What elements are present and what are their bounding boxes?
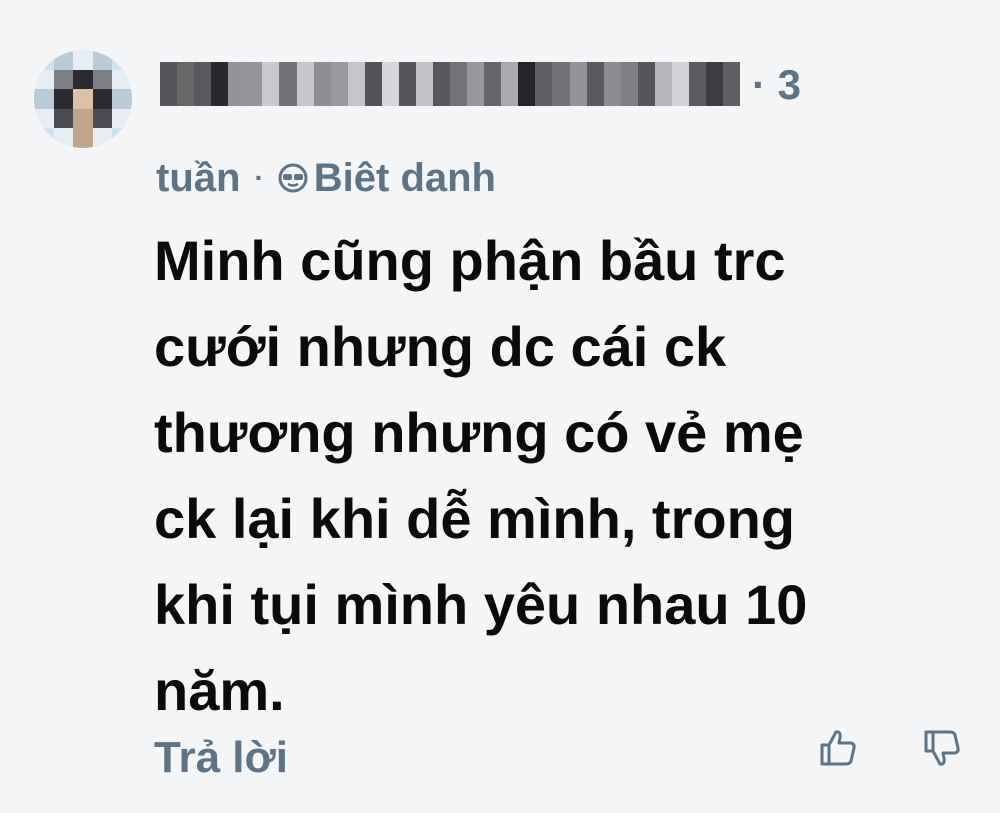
pixel-block xyxy=(552,62,570,106)
avatar-pixel xyxy=(92,50,113,70)
pixel-block xyxy=(671,62,689,106)
pixel-block xyxy=(535,62,553,106)
pixel-block xyxy=(279,62,297,106)
avatar-pixel xyxy=(34,128,54,148)
author-name-blurred[interactable] xyxy=(160,62,740,106)
avatar-pixel xyxy=(73,108,93,129)
pixel-block xyxy=(177,62,195,106)
pixel-block xyxy=(313,62,331,106)
avatar-pixel xyxy=(112,50,132,70)
thumbs-up-icon[interactable] xyxy=(816,726,860,770)
avatar-pixel xyxy=(34,108,54,129)
reply-count: · 3 xyxy=(752,61,802,108)
avatar-pixel xyxy=(112,89,132,109)
pixel-block xyxy=(330,62,348,106)
pixel-block xyxy=(620,62,638,106)
pixel-block xyxy=(501,62,519,106)
pixel-block xyxy=(415,62,433,106)
avatar-pixel xyxy=(34,69,54,90)
pixel-block xyxy=(654,62,672,106)
pixel-block xyxy=(450,62,468,106)
avatar[interactable] xyxy=(34,50,132,148)
pixel-block xyxy=(518,62,536,106)
avatar-pixel xyxy=(73,128,93,148)
pixel-block xyxy=(398,62,416,106)
timestamp: tuần xyxy=(156,155,241,200)
avatar-pixel xyxy=(92,89,113,109)
reply-button[interactable]: Trả lời xyxy=(154,728,288,788)
avatar-pixel xyxy=(53,69,74,90)
pixel-block xyxy=(467,62,485,106)
pixel-block xyxy=(211,62,229,106)
pixel-block xyxy=(637,62,655,106)
avatar-pixel xyxy=(73,50,93,70)
pixel-block xyxy=(245,62,263,106)
pixel-block xyxy=(723,62,740,106)
avatar-pixel xyxy=(112,69,132,90)
avatar-pixel xyxy=(92,69,113,90)
avatar-pixel xyxy=(73,69,93,90)
pixel-block xyxy=(160,62,178,106)
avatar-pixel xyxy=(53,89,74,109)
avatar-pixel xyxy=(112,128,132,148)
avatar-pixel xyxy=(53,108,74,129)
pixel-block xyxy=(433,62,451,106)
pixel-block xyxy=(381,62,399,106)
avatar-pixel xyxy=(34,50,54,70)
pixel-block xyxy=(228,62,246,106)
avatar-pixel xyxy=(92,128,113,148)
thumbs-down-icon[interactable] xyxy=(920,726,964,770)
pixel-block xyxy=(688,62,706,106)
comment-meta: tuần · Biêt danh xyxy=(156,150,496,206)
avatar-pixel xyxy=(73,89,93,109)
avatar-pixel xyxy=(112,108,132,129)
avatar-pixel xyxy=(92,108,113,129)
sunglasses-icon xyxy=(278,163,308,193)
pixel-block xyxy=(603,62,621,106)
nickname-label[interactable]: Biêt danh xyxy=(314,156,496,201)
pixel-block xyxy=(569,62,587,106)
pixel-block xyxy=(586,62,604,106)
pixel-block xyxy=(706,62,724,106)
pixel-block xyxy=(262,62,280,106)
pixel-block xyxy=(484,62,502,106)
comment-body: Minh cũng phận bầu trc cưới nhưng dc cái… xyxy=(154,229,808,722)
meta-separator: · xyxy=(254,162,264,193)
avatar-pixel xyxy=(34,89,54,109)
pixel-block xyxy=(364,62,382,106)
avatar-pixel xyxy=(53,50,74,70)
pixel-block xyxy=(296,62,314,106)
pixel-block xyxy=(194,62,212,106)
avatar-pixel xyxy=(53,128,74,148)
pixel-block xyxy=(347,62,365,106)
